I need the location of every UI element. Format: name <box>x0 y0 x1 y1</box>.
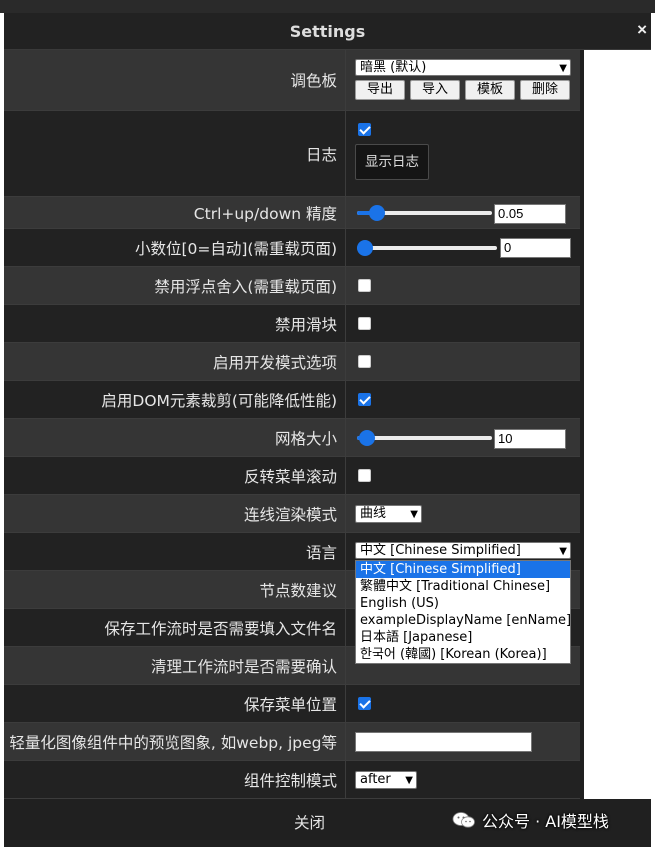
grid-size-slider[interactable] <box>357 430 492 446</box>
decimals-input[interactable]: 0 <box>500 238 571 258</box>
close-icon[interactable]: × <box>637 20 647 40</box>
dev-mode-label: 启用开发模式选项 <box>4 343 346 380</box>
ctrl-precision-input[interactable]: 0.05 <box>494 204 566 224</box>
decimals-slider[interactable] <box>357 240 497 256</box>
dom-clipping-checkbox[interactable] <box>358 393 371 406</box>
watermark-text: 公众号 · AI模型栈 <box>482 812 609 831</box>
decimals-label: 小数位[0=自动](需重载页面) <box>4 229 346 266</box>
title-bar: Settings × <box>4 13 651 50</box>
template-button[interactable]: 模板 <box>465 80 515 100</box>
dialog-title: Settings <box>289 22 366 41</box>
row-dom-clipping: 启用DOM元素裁剪(可能降低性能) <box>4 381 580 419</box>
slider-thumb[interactable] <box>357 240 373 256</box>
grid-size-label: 网格大小 <box>4 419 346 456</box>
link-render-value: 曲线 <box>360 506 387 521</box>
row-ctrl-precision: Ctrl+up/down 精度 0.05 <box>4 197 580 229</box>
disable-sliders-label: 禁用滑块 <box>4 305 346 342</box>
row-dev-mode: 启用开发模式选项 <box>4 343 580 381</box>
language-option[interactable]: 中文 [Chinese Simplified] <box>356 561 570 578</box>
row-invert-menu-scroll: 反转菜单滚动 <box>4 457 580 495</box>
dom-clipping-label: 启用DOM元素裁剪(可能降低性能) <box>4 381 346 418</box>
palette-select-value: 暗黑 (默认) <box>360 60 427 75</box>
chevron-down-icon: ▼ <box>559 546 567 557</box>
preview-format-input[interactable] <box>355 732 532 752</box>
disable-sliders-checkbox[interactable] <box>358 317 371 330</box>
grid-size-input[interactable]: 10 <box>494 429 566 449</box>
confirm-clear-label: 清理工作流时是否需要确认 <box>4 647 346 684</box>
invert-menu-scroll-checkbox[interactable] <box>358 469 371 482</box>
show-log-button[interactable]: 显示日志 <box>355 144 429 180</box>
save-menu-position-label: 保存菜单位置 <box>4 685 346 722</box>
invert-menu-scroll-label: 反转菜单滚动 <box>4 457 346 494</box>
ctrl-precision-label: Ctrl+up/down 精度 <box>4 197 346 228</box>
language-value: 中文 [Chinese Simplified] <box>360 543 521 558</box>
slider-thumb[interactable] <box>359 430 376 446</box>
blank-panel <box>584 50 655 812</box>
watermark: 公众号 · AI模型栈 <box>452 806 609 834</box>
palette-select[interactable]: 暗黑 (默认) ▼ <box>355 59 571 76</box>
language-option[interactable]: exampleDisplayName [enName] <box>356 612 571 629</box>
row-grid-size: 网格大小 10 <box>4 419 580 457</box>
ctrl-precision-slider[interactable] <box>357 205 492 221</box>
link-render-label: 连线渲染模式 <box>4 495 346 532</box>
chevron-down-icon: ▼ <box>410 509 418 520</box>
language-option[interactable]: 한국어 (韓國) [Korean (Korea)] <box>356 646 570 663</box>
row-disable-sliders: 禁用滑块 <box>4 305 580 343</box>
disable-float-round-label: 禁用浮点舍入(需重载页面) <box>4 267 346 304</box>
row-widget-control: 组件控制模式 after ▼ <box>4 761 580 799</box>
row-link-render: 连线渲染模式 曲线 ▼ <box>4 495 580 533</box>
import-button[interactable]: 导入 <box>410 80 460 100</box>
close-button[interactable]: 关闭 <box>294 811 325 833</box>
settings-dialog: Settings × 调色板 暗黑 (默认)▼ 导出 导入 模板 删除 docu… <box>4 13 655 847</box>
row-palette: 调色板 暗黑 (默认) ▼ 导出 导入 模板 删除 <box>4 50 580 111</box>
delete-button[interactable]: 删除 <box>520 80 570 100</box>
wechat-icon <box>452 811 476 829</box>
save-menu-position-checkbox[interactable] <box>358 697 371 710</box>
row-log: 日志 显示日志 <box>4 111 580 197</box>
log-checkbox[interactable] <box>358 123 371 136</box>
language-option[interactable]: English (US) <box>356 595 570 612</box>
language-select[interactable]: 中文 [Chinese Simplified] ▼ <box>355 542 571 559</box>
node-suggestions-label: 节点数建议 <box>4 571 346 608</box>
disable-float-round-checkbox[interactable] <box>358 279 371 292</box>
language-dropdown: 中文 [Chinese Simplified] 繁體中文 [Traditiona… <box>355 560 571 664</box>
widget-control-label: 组件控制模式 <box>4 761 346 798</box>
preview-format-label: 轻量化图像组件中的预览图象, 如webp, jpeg等 <box>4 723 346 760</box>
row-decimals: 小数位[0=自动](需重载页面) 0 <box>4 229 580 267</box>
prompt-filename-label: 保存工作流时是否需要填入文件名 <box>4 609 346 646</box>
slider-thumb[interactable] <box>368 205 385 221</box>
row-save-menu-position: 保存菜单位置 <box>4 685 580 723</box>
log-label: 日志 <box>4 111 346 196</box>
settings-table: 调色板 暗黑 (默认)▼ 导出 导入 模板 删除 document.curren… <box>4 50 580 799</box>
widget-control-select[interactable]: after ▼ <box>355 771 417 789</box>
row-disable-float-round: 禁用浮点舍入(需重载页面) <box>4 267 580 305</box>
language-option[interactable]: 日本語 [Japanese] <box>356 629 570 646</box>
export-button[interactable]: 导出 <box>355 80 405 100</box>
palette-label: 调色板 <box>4 50 346 110</box>
language-option[interactable]: 繁體中文 [Traditional Chinese] <box>356 578 570 595</box>
dev-mode-checkbox[interactable] <box>358 355 371 368</box>
link-render-select[interactable]: 曲线 ▼ <box>355 505 422 523</box>
top-strip <box>0 0 655 13</box>
row-preview-format: 轻量化图像组件中的预览图象, 如webp, jpeg等 <box>4 723 580 761</box>
chevron-down-icon: ▼ <box>559 63 567 74</box>
widget-control-value: after <box>360 772 391 787</box>
chevron-down-icon: ▼ <box>405 775 413 786</box>
language-label: 语言 <box>4 533 346 570</box>
